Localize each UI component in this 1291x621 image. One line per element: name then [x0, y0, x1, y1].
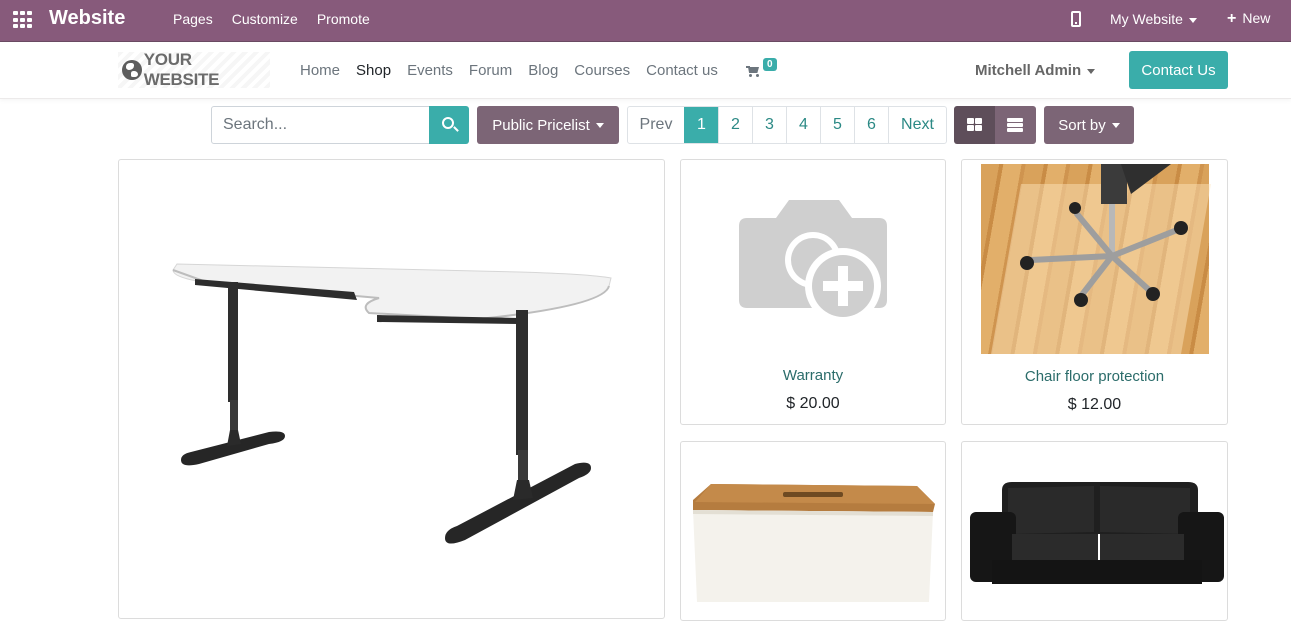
main-nav: Home Shop Events Forum Blog Courses Cont… [300, 62, 734, 79]
nav-forum[interactable]: Forum [469, 62, 512, 79]
pager-page-3[interactable]: 3 [752, 107, 786, 143]
pricelist-label: Public Pricelist [492, 116, 590, 134]
pager-page-5[interactable]: 5 [820, 107, 854, 143]
nav-shop[interactable]: Shop [356, 62, 391, 79]
nav-courses[interactable]: Courses [574, 62, 630, 79]
desk-image [172, 263, 612, 544]
new-button[interactable]: + New [1227, 10, 1270, 28]
list-view-button[interactable] [995, 106, 1036, 144]
pager-page-4[interactable]: 4 [786, 107, 820, 143]
plus-icon: + [1227, 10, 1237, 27]
pricelist-dropdown[interactable]: Public Pricelist [477, 106, 619, 144]
contact-us-button[interactable]: Contact Us [1129, 51, 1228, 89]
admin-menu: Pages Customize Promote [173, 11, 389, 27]
product-card-sofa[interactable] [961, 441, 1228, 621]
admin-menu-promote[interactable]: Promote [317, 11, 370, 27]
nav-blog[interactable]: Blog [528, 62, 558, 79]
caret-down-icon [1087, 68, 1096, 74]
image-placeholder-icon [739, 200, 887, 324]
pager-prev[interactable]: Prev [628, 107, 684, 143]
product-card-warranty[interactable]: Warranty $ 20.00 [680, 159, 946, 425]
new-button-label: New [1242, 10, 1271, 26]
product-card-chair-floor-protection[interactable]: Chair floor protection $ 12.00 [961, 159, 1228, 425]
search-button[interactable] [429, 106, 469, 144]
sofa-image [970, 482, 1224, 584]
product-price: $ 12.00 [1067, 396, 1122, 413]
mobile-preview-icon[interactable] [1071, 11, 1081, 27]
grid-view-button[interactable] [954, 106, 995, 144]
search-icon [442, 117, 454, 129]
admin-bar: Website Pages Customize Promote My Websi… [0, 0, 1291, 42]
user-menu[interactable]: Mitchell Admin [975, 62, 1096, 79]
user-name: Mitchell Admin [975, 62, 1082, 79]
pager-page-2[interactable]: 2 [718, 107, 752, 143]
site-header: YOUR WEBSITE Home Shop Events Forum Blog… [0, 42, 1291, 99]
storage-box-image [693, 484, 935, 602]
admin-brand[interactable]: Website [49, 7, 125, 30]
product-card-storage-box[interactable] [680, 441, 946, 621]
product-price: $ 20.00 [786, 395, 840, 412]
nav-home[interactable]: Home [300, 62, 340, 79]
logo-text: YOUR WEBSITE [143, 50, 220, 89]
sort-label: Sort by [1058, 116, 1106, 134]
nav-events[interactable]: Events [407, 62, 453, 79]
website-selector[interactable]: My Website [1110, 11, 1197, 27]
list-view-icon [1007, 118, 1023, 132]
nav-contact-us[interactable]: Contact us [646, 62, 718, 79]
shopping-cart-icon [746, 66, 761, 78]
search-input[interactable] [211, 106, 430, 144]
product-name[interactable]: Warranty [681, 367, 945, 384]
pager-page-1[interactable]: 1 [684, 107, 718, 143]
website-selector-label: My Website [1110, 11, 1183, 27]
admin-menu-customize[interactable]: Customize [232, 11, 298, 27]
pager-page-6[interactable]: 6 [854, 107, 888, 143]
pager-next[interactable]: Next [888, 107, 946, 143]
product-card-desk[interactable] [118, 159, 665, 619]
admin-menu-pages[interactable]: Pages [173, 11, 213, 27]
product-name[interactable]: Chair floor protection [962, 368, 1227, 385]
caret-down-icon [1188, 17, 1197, 23]
site-logo[interactable]: YOUR WEBSITE [118, 50, 270, 89]
apps-grid-icon[interactable] [13, 11, 33, 29]
pagination: Prev 1 2 3 4 5 6 Next [627, 106, 947, 144]
cart-link[interactable]: 0 [746, 58, 777, 83]
cart-count-badge: 0 [763, 58, 777, 71]
caret-down-icon [1111, 122, 1120, 128]
globe-icon [122, 60, 142, 80]
chair-photo [981, 164, 1211, 354]
sort-dropdown[interactable]: Sort by [1044, 106, 1134, 144]
grid-view-icon [967, 118, 982, 131]
caret-down-icon [595, 122, 604, 128]
